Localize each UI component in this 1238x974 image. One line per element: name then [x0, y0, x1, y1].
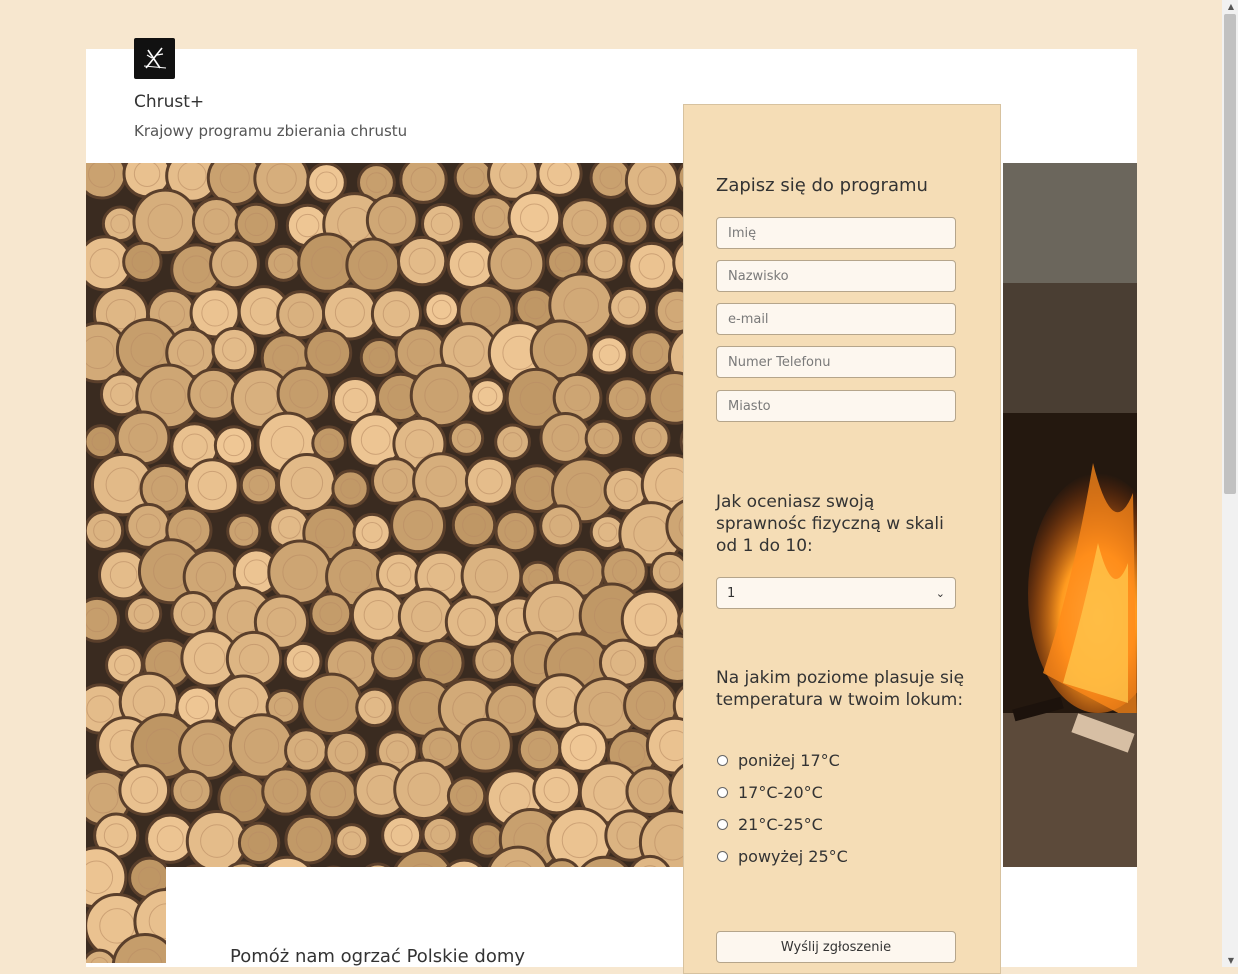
scroll-down-icon[interactable]: ▼ [1228, 956, 1234, 965]
radio-button[interactable] [717, 851, 728, 862]
campfire-hero-image [1003, 163, 1137, 867]
email-input[interactable] [716, 303, 956, 335]
fitness-question: Jak oceniasz swoją sprawnośc fizyczną w … [716, 491, 966, 557]
temperature-option-3[interactable]: 21°C-25°C [716, 815, 823, 834]
option-label: 21°C-25°C [738, 815, 823, 834]
radio-button[interactable] [717, 819, 728, 830]
chevron-down-icon: ⌄ [936, 587, 945, 600]
scroll-up-icon[interactable]: ▲ [1228, 2, 1234, 11]
fitness-select[interactable]: 1 ⌄ [716, 577, 956, 609]
submit-button[interactable]: Wyślij zgłoszenie [716, 931, 956, 963]
radio-button[interactable] [717, 755, 728, 766]
phone-input[interactable] [716, 346, 956, 378]
temperature-option-1[interactable]: poniżej 17°C [716, 751, 840, 770]
radio-button[interactable] [717, 787, 728, 798]
brand-name: Chrust+ [134, 92, 204, 112]
fitness-select-value: 1 [727, 586, 735, 601]
help-section-title: Pomóż nam ogrzać Polskie domy [230, 946, 525, 967]
city-input[interactable] [716, 390, 956, 422]
brand-tagline: Krajowy programu zbierania chrustu [134, 122, 407, 140]
logo-icon[interactable] [134, 38, 175, 79]
temperature-question: Na jakim poziome plasuje się temperatura… [716, 667, 966, 711]
option-label: powyżej 25°C [738, 847, 848, 866]
first-name-input[interactable] [716, 217, 956, 249]
last-name-input[interactable] [716, 260, 956, 292]
logs-hero-image [86, 163, 684, 963]
option-label: 17°C-20°C [738, 783, 823, 802]
temperature-option-4[interactable]: powyżej 25°C [716, 847, 848, 866]
temperature-option-2[interactable]: 17°C-20°C [716, 783, 823, 802]
option-label: poniżej 17°C [738, 751, 840, 770]
form-title: Zapisz się do programu [716, 175, 928, 196]
scroll-thumb[interactable] [1224, 14, 1236, 494]
vertical-scrollbar[interactable]: ▲ ▼ [1222, 0, 1238, 967]
